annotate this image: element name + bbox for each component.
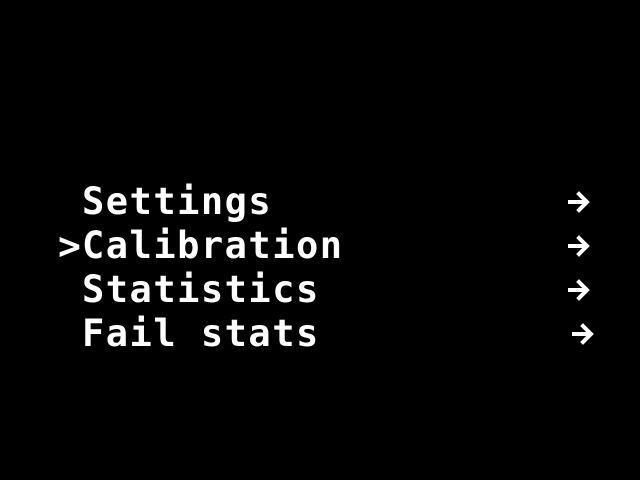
menu-item-settings[interactable]: Settings (0, 180, 640, 224)
arrow-right-icon (566, 188, 594, 216)
arrow-right-icon (566, 232, 594, 260)
main-menu: Settings > Calibration Statistics Fail s… (0, 180, 640, 356)
menu-item-statistics[interactable]: Statistics (0, 268, 640, 312)
menu-item-calibration[interactable]: > Calibration (0, 224, 640, 268)
menu-item-fail-stats[interactable]: Fail stats (0, 312, 640, 356)
arrow-right-icon (570, 320, 598, 348)
menu-item-label: Statistics (82, 268, 320, 311)
device-screen: Settings > Calibration Statistics Fail s… (0, 0, 640, 480)
arrow-right-icon (566, 276, 594, 304)
menu-item-label: Fail stats (82, 312, 320, 355)
menu-item-label: Calibration (82, 224, 344, 267)
menu-item-label: Settings (82, 180, 273, 223)
selection-cursor: > (58, 224, 81, 268)
